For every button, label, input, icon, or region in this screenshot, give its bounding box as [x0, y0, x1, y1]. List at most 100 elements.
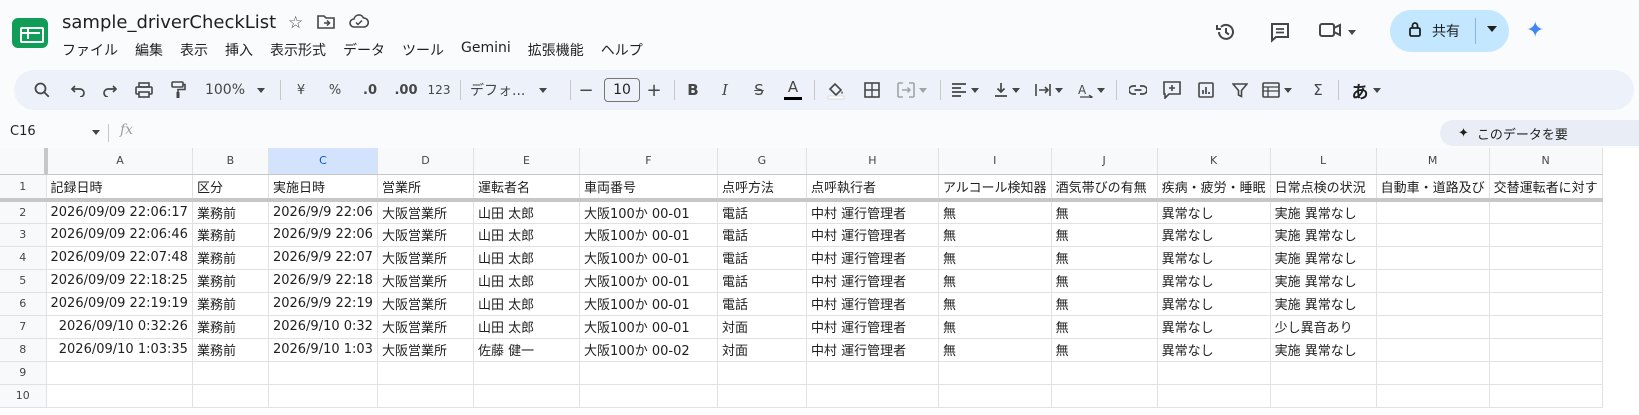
header-cell[interactable]: 点呼執行者 [806, 174, 939, 202]
menu-help[interactable]: ヘルプ [601, 40, 643, 60]
cell[interactable]: 業務前 [192, 200, 269, 224]
meet-button[interactable] [1318, 12, 1368, 52]
cell[interactable]: 大阪営業所 [377, 292, 474, 316]
select-all-corner[interactable] [0, 148, 48, 175]
cell[interactable]: 2026/09/09 22:06:17 [46, 200, 193, 224]
cell[interactable]: 中村 運行管理者 [806, 246, 939, 270]
font-size-input[interactable]: 10 [604, 78, 640, 102]
percent-format-button[interactable]: % [324, 70, 346, 110]
decrease-font-size-icon[interactable]: − [576, 70, 596, 110]
cell[interactable]: 中村 運行管理者 [806, 338, 939, 362]
column-header-k[interactable]: K [1157, 148, 1271, 175]
cell[interactable] [268, 361, 378, 385]
column-header-f[interactable]: F [579, 148, 718, 175]
row-header[interactable]: 5 [0, 269, 47, 293]
cell[interactable] [1376, 200, 1490, 224]
menu-view[interactable]: 表示 [180, 40, 208, 60]
column-header-a[interactable]: A [46, 148, 193, 175]
cell[interactable]: 無 [938, 315, 1052, 339]
cell[interactable] [1376, 269, 1490, 293]
column-header-e[interactable]: E [473, 148, 580, 175]
column-header-c[interactable]: C [268, 148, 378, 175]
move-folder-icon[interactable] [317, 13, 336, 34]
cell[interactable]: 2026/9/9 22:07 [268, 246, 378, 270]
header-cell[interactable]: 自動車・道路及び [1376, 174, 1490, 202]
version-history-icon[interactable] [1210, 12, 1242, 52]
cell[interactable] [1376, 338, 1490, 362]
cell[interactable]: 異常なし [1157, 200, 1271, 224]
fill-color-icon[interactable] [824, 70, 848, 110]
cell[interactable]: 大阪100か 00-01 [579, 223, 718, 247]
bold-button[interactable]: B [682, 70, 704, 110]
header-cell[interactable]: 点呼方法 [717, 174, 807, 202]
explore-data-button[interactable]: ✦ このデータを要 [1440, 120, 1639, 146]
vertical-align-icon[interactable] [990, 70, 1024, 110]
column-header-g[interactable]: G [717, 148, 807, 175]
cell[interactable] [1051, 361, 1158, 385]
cell[interactable] [1376, 315, 1490, 339]
sheets-logo-icon[interactable] [12, 18, 48, 48]
cell[interactable]: 佐藤 健一 [473, 338, 580, 362]
insert-link-icon[interactable] [1126, 70, 1150, 110]
cell[interactable]: 実施 異常なし [1270, 200, 1377, 224]
cell[interactable]: 業務前 [192, 223, 269, 247]
column-header-h[interactable]: H [806, 148, 939, 175]
cell[interactable] [1376, 246, 1490, 270]
column-header-b[interactable]: B [192, 148, 269, 175]
cell[interactable] [1489, 338, 1603, 362]
cell[interactable]: 異常なし [1157, 223, 1271, 247]
horizontal-align-icon[interactable] [948, 70, 982, 110]
cell[interactable]: 無 [1051, 315, 1158, 339]
menu-tools[interactable]: ツール [402, 40, 444, 60]
cell[interactable]: 無 [1051, 246, 1158, 270]
menu-data[interactable]: データ [343, 40, 385, 60]
column-header-d[interactable]: D [377, 148, 474, 175]
cell[interactable]: 2026/09/10 1:03:35 [46, 338, 193, 362]
undo-icon[interactable] [66, 70, 90, 110]
cell[interactable]: 中村 運行管理者 [806, 269, 939, 293]
italic-button[interactable]: I [714, 70, 736, 110]
strikethrough-button[interactable]: S [748, 70, 770, 110]
cell[interactable]: 業務前 [192, 292, 269, 316]
cell[interactable]: 2026/9/9 22:19 [268, 292, 378, 316]
column-header-m[interactable]: M [1376, 148, 1490, 175]
cell[interactable] [938, 361, 1052, 385]
row-header[interactable]: 7 [0, 315, 47, 339]
cell[interactable]: 大阪営業所 [377, 246, 474, 270]
cell[interactable]: 山田 太郎 [473, 246, 580, 270]
cell[interactable]: 中村 運行管理者 [806, 292, 939, 316]
row-header[interactable]: 3 [0, 223, 47, 247]
cell[interactable] [1489, 292, 1603, 316]
cell[interactable]: 2026/09/09 22:18:25 [46, 269, 193, 293]
cell[interactable] [46, 384, 193, 408]
cell[interactable] [806, 384, 939, 408]
header-cell[interactable]: 日常点検の状況 [1270, 174, 1377, 202]
cell[interactable] [717, 361, 807, 385]
cell[interactable] [1051, 384, 1158, 408]
row-header[interactable]: 8 [0, 338, 47, 362]
header-cell[interactable]: 区分 [192, 174, 269, 202]
cell[interactable] [192, 361, 269, 385]
cell[interactable]: 大阪営業所 [377, 315, 474, 339]
cell[interactable]: 無 [938, 246, 1052, 270]
spreadsheet-grid[interactable]: A B C D E F G H I J K L M N 1 記録日時 区分 実施日時 営業所 運転者名 車両番号 点呼方法… [0, 148, 1639, 415]
text-color-button[interactable]: A [782, 70, 804, 110]
cell[interactable]: 大阪営業所 [377, 269, 474, 293]
cell[interactable]: 無 [1051, 200, 1158, 224]
cell[interactable]: 電話 [717, 269, 807, 293]
cell[interactable]: 大阪営業所 [377, 223, 474, 247]
cell[interactable] [1376, 384, 1490, 408]
menu-gemini[interactable]: Gemini [461, 40, 511, 60]
cell[interactable]: 無 [938, 292, 1052, 316]
cloud-status-icon[interactable] [349, 13, 370, 34]
increase-decimal-button[interactable]: .00 [390, 70, 422, 110]
cell[interactable]: 2026/09/10 0:32:26 [46, 315, 193, 339]
cell[interactable] [1489, 223, 1603, 247]
filter-icon[interactable] [1228, 70, 1252, 110]
chevron-down-icon[interactable] [92, 130, 100, 135]
star-icon[interactable]: ☆ [288, 13, 303, 34]
cell[interactable]: 少し異音あり [1270, 315, 1377, 339]
insert-chart-icon[interactable] [1194, 70, 1218, 110]
cell[interactable]: 2026/9/9 22:18 [268, 269, 378, 293]
cell[interactable]: 異常なし [1157, 315, 1271, 339]
